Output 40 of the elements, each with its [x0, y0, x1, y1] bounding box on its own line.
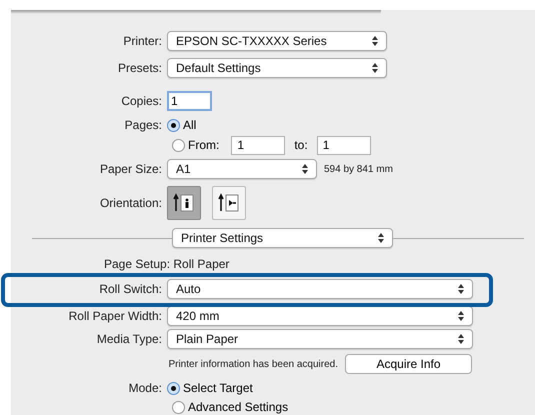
info-text: Printer information has been acquired. [167, 358, 339, 372]
page-setup-text: Page Setup: Roll Paper [104, 256, 230, 273]
paper-size-popup[interactable]: A1 [167, 159, 317, 179]
radio-label: Select Target [183, 380, 253, 397]
to-field[interactable]: 1 [316, 136, 371, 154]
up-down-arrows-icon [372, 63, 378, 73]
up-down-arrows-icon [302, 164, 308, 174]
up-down-arrows-icon [458, 311, 464, 321]
printer-popup[interactable]: EPSON SC-TXXXXX Series [167, 31, 387, 51]
up-down-arrows-icon [458, 334, 464, 344]
up-down-arrows-icon [458, 284, 464, 294]
section-popup[interactable]: Printer Settings [172, 228, 393, 248]
portrait-orientation-icon [173, 193, 195, 213]
field-label: Copies: [120, 93, 163, 110]
field-label: Roll Paper Width: [68, 308, 163, 325]
copies-field[interactable]: 1 [167, 91, 212, 111]
radio-label: From: [188, 137, 220, 154]
up-down-arrows-icon [372, 36, 378, 46]
up-down-arrows-icon [378, 233, 384, 243]
roll-switch-popup[interactable]: Auto [167, 279, 473, 299]
from-field[interactable]: 1 [231, 136, 286, 154]
field-label: Presets: [116, 60, 163, 77]
radio-label: Advanced Settings [188, 399, 288, 415]
media-type-popup[interactable]: Plain Paper [167, 329, 473, 349]
paper-dimensions: 594 by 841 mm [324, 162, 393, 176]
field-label: Printer: [122, 33, 163, 50]
field-label: to: [294, 137, 308, 154]
field-label: Mode: [128, 380, 163, 397]
orientation-button[interactable] [167, 186, 201, 220]
field-label: Roll Switch: [98, 281, 163, 298]
landscape-orientation-icon [218, 193, 240, 213]
orientation-button[interactable] [212, 186, 246, 220]
field-label: Paper Size: [98, 161, 163, 178]
acquire-info-button[interactable]: Acquire Info [345, 354, 472, 374]
roll-paper-width-popup[interactable]: 420 mm [167, 306, 473, 326]
radio-label: All [183, 117, 196, 134]
field-label: Pages: [124, 117, 163, 134]
presets-popup[interactable]: Default Settings [167, 58, 387, 78]
field-label: Orientation: [98, 195, 163, 212]
field-label: Media Type: [96, 331, 163, 348]
